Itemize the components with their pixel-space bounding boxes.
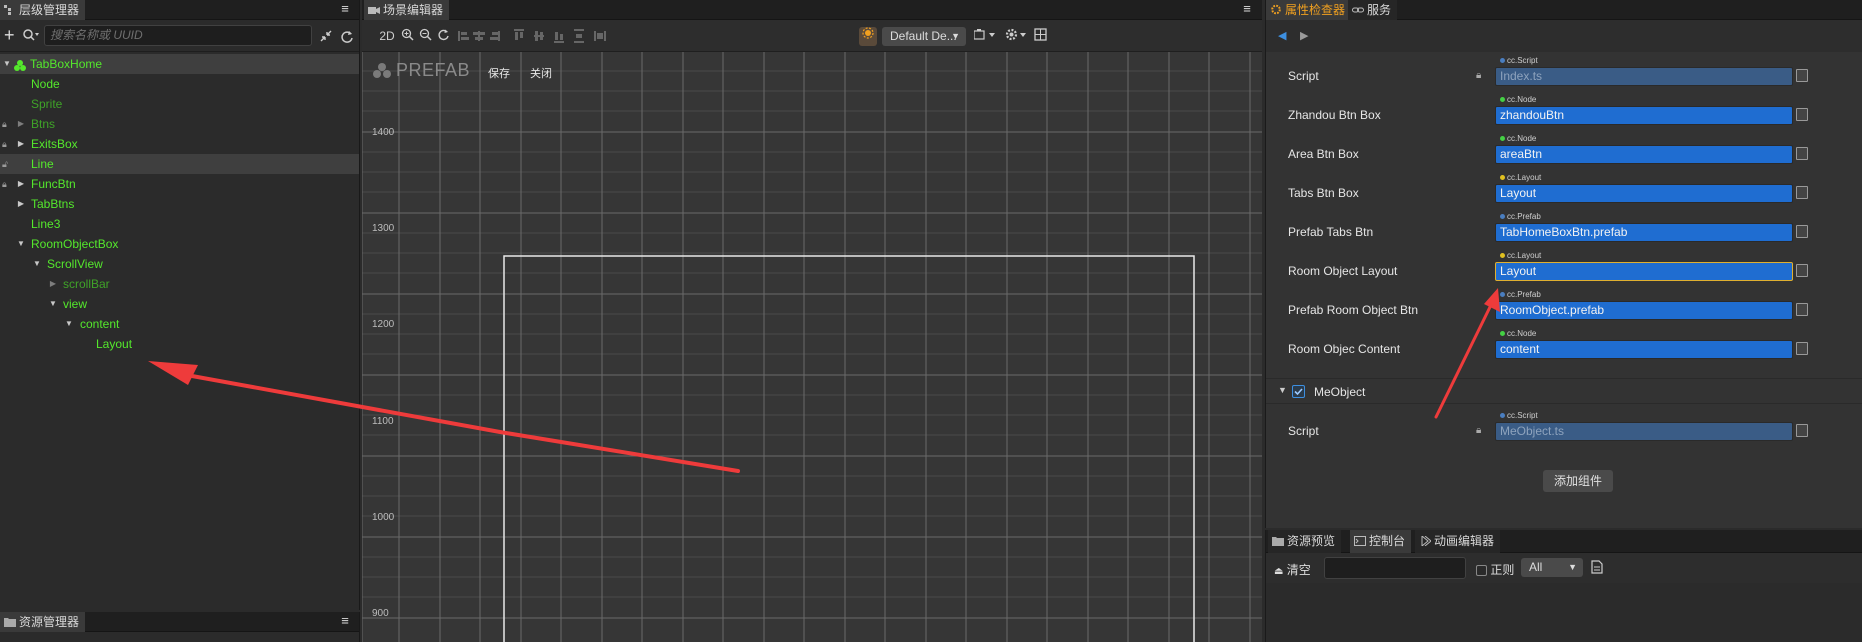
annotation-arrow-to-layout-node [148, 361, 740, 473]
annotation-arrow-to-layout-field [1434, 288, 1500, 419]
annotation-arrows [148, 288, 1500, 473]
